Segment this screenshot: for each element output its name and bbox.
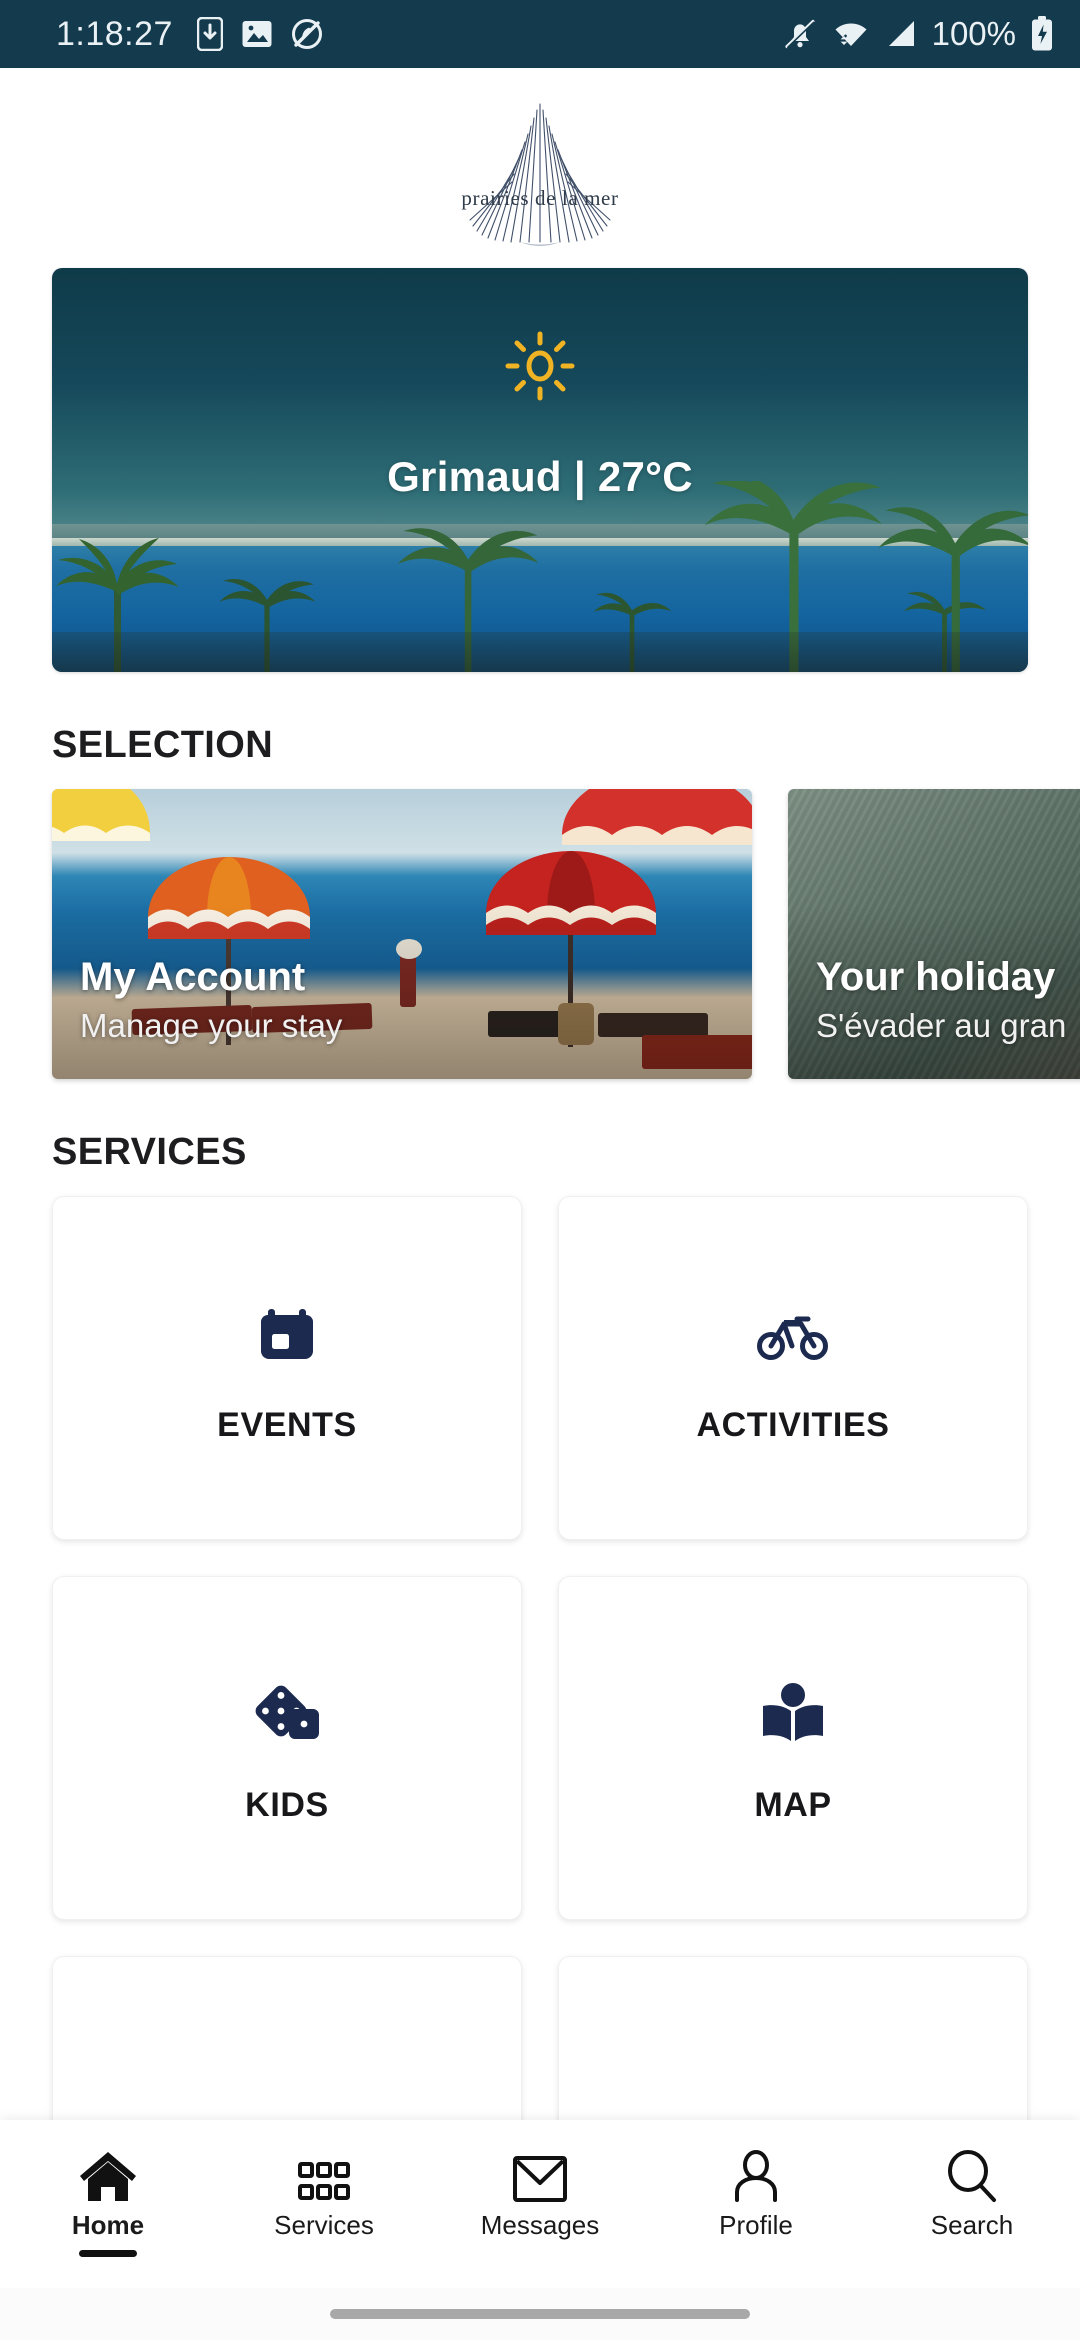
- nav-active-indicator: [79, 2250, 137, 2257]
- gesture-handle[interactable]: [330, 2309, 750, 2319]
- wifi-icon: [835, 23, 867, 47]
- phone-download-icon: [196, 17, 223, 51]
- service-tile-label: EVENTS: [217, 1405, 357, 1444]
- selection-card-title: My Account: [80, 955, 306, 999]
- nav-item-search[interactable]: Search: [864, 2142, 1080, 2241]
- service-tile-map[interactable]: MAP: [558, 1576, 1028, 1920]
- service-tile-partial-right[interactable]: [558, 1956, 1028, 2120]
- nav-item-messages[interactable]: Messages: [432, 2142, 648, 2241]
- bottom-navigation-bar: Home Services Messages Profile Search: [0, 2120, 1080, 2288]
- bell-off-icon: [784, 19, 815, 49]
- dice-icon: [251, 1672, 323, 1756]
- person-icon: [728, 2142, 784, 2204]
- battery-percentage-label: 100%: [931, 15, 1016, 52]
- nav-item-label: Home: [71, 2210, 145, 2240]
- selection-card-your-holiday[interactable]: Your holiday S'évader au gran: [788, 789, 1080, 1079]
- services-grid: EVENTS ACTIVITIES KIDS MAP: [0, 1196, 1080, 2120]
- prairies-de-la-mer-logo: prairies de la mer: [425, 100, 655, 250]
- service-tile-label: MAP: [754, 1785, 832, 1824]
- selection-section-title: SELECTION: [52, 724, 274, 766]
- do-not-disturb-icon: [291, 19, 322, 49]
- nav-item-profile[interactable]: Profile: [648, 2142, 864, 2241]
- selection-card-subtitle: S'évader au gran: [816, 1007, 1067, 1044]
- app-screen: prairies de la mer Grimaud | 27°C SELECT…: [0, 68, 1080, 2120]
- brand-header: prairies de la mer: [0, 68, 1080, 268]
- image-icon: [242, 21, 272, 47]
- service-tile-partial-left[interactable]: [52, 1956, 522, 2120]
- status-bar-notification-icons: [196, 17, 323, 51]
- home-icon: [77, 2142, 139, 2204]
- grid-dots-icon: [297, 2142, 351, 2204]
- bicycle-icon: [756, 1292, 830, 1376]
- battery-charging-icon: [1032, 16, 1052, 51]
- open-book-icon: [757, 1672, 829, 1756]
- cellular-signal-icon: [888, 21, 914, 46]
- weather-photo-scene: [52, 472, 1028, 672]
- calendar-icon: [254, 1292, 320, 1376]
- service-tile-label: KIDS: [245, 1785, 329, 1824]
- status-bar-clock: 1:18:27: [56, 14, 173, 53]
- selection-card-subtitle: Manage your stay: [80, 1007, 343, 1044]
- service-tile-events[interactable]: EVENTS: [52, 1196, 522, 1540]
- service-tile-label: ACTIVITIES: [696, 1405, 890, 1444]
- system-gesture-bar: [0, 2288, 1080, 2340]
- selection-card-my-account[interactable]: My Account Manage your stay: [52, 789, 752, 1079]
- service-tile-activities[interactable]: ACTIVITIES: [558, 1196, 1028, 1540]
- selection-card-title: Your holiday: [816, 955, 1056, 999]
- service-tile-kids[interactable]: KIDS: [52, 1576, 522, 1920]
- logo-wordmark: prairies de la mer: [461, 186, 619, 210]
- nav-item-label: Profile: [719, 2210, 793, 2240]
- sun-icon: [504, 330, 576, 407]
- status-bar: 1:18:27 100%: [0, 0, 1080, 68]
- nav-item-label: Search: [930, 2210, 1014, 2240]
- nav-item-label: Services: [274, 2210, 374, 2240]
- weather-card[interactable]: Grimaud | 27°C: [52, 268, 1028, 672]
- magnifier-icon: [944, 2142, 1000, 2204]
- nav-item-home[interactable]: Home: [0, 2142, 216, 2257]
- selection-carousel[interactable]: My Account Manage your stay Your holiday…: [0, 789, 1080, 1079]
- status-bar-system-icons: 100%: [782, 15, 1054, 53]
- services-section-title: SERVICES: [52, 1131, 247, 1173]
- nav-item-label: Messages: [480, 2210, 600, 2240]
- nav-item-services[interactable]: Services: [216, 2142, 432, 2241]
- envelope-icon: [512, 2142, 568, 2204]
